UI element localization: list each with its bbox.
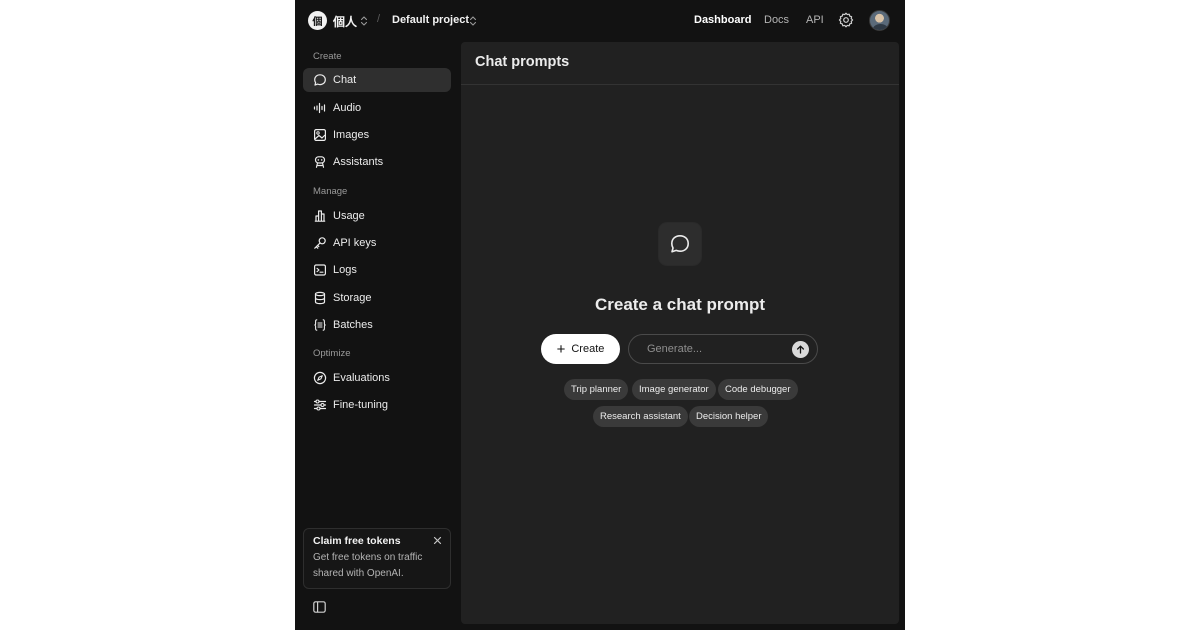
sidebar-item-label: Assistants xyxy=(333,156,384,168)
sidebar-item-label: Evaluations xyxy=(333,372,390,384)
sidebar-item-evaluations[interactable]: Evaluations xyxy=(303,366,451,390)
create-button-label: Create xyxy=(571,343,605,355)
robot-icon xyxy=(313,155,327,169)
promo-text: Get free tokens on traffic shared with O… xyxy=(313,552,423,579)
chat-bubble-icon xyxy=(313,73,327,87)
sidebar-item-assistants[interactable]: Assistants xyxy=(303,150,451,174)
generate-input[interactable] xyxy=(647,335,787,363)
empty-state-icon-box xyxy=(659,223,701,265)
batch-braces-icon xyxy=(313,318,327,332)
terminal-icon xyxy=(313,263,327,277)
close-icon[interactable] xyxy=(433,536,442,545)
sidebar-item-label: Logs xyxy=(333,264,357,276)
sidebar-item-storage[interactable]: Storage xyxy=(303,286,451,310)
app-window: 個 個人 / Default project Dashboard Docs AP… xyxy=(295,0,905,630)
compass-icon xyxy=(313,371,327,385)
project-name[interactable]: Default project xyxy=(392,14,469,26)
sidebar: Create Chat Audio Images Assistants Mana… xyxy=(295,42,460,630)
sidebar-item-label: Storage xyxy=(333,292,372,304)
suggestion-chip-decision-helper[interactable]: Decision helper xyxy=(689,406,769,427)
promo-card: Claim free tokens Get free tokens on tra… xyxy=(303,528,451,589)
promo-title: Claim free tokens xyxy=(313,535,401,547)
page-title: Chat prompts xyxy=(475,54,570,70)
sidebar-item-label: Batches xyxy=(333,319,373,331)
breadcrumb-separator: / xyxy=(377,13,381,25)
send-button[interactable] xyxy=(792,341,809,358)
sidebar-item-label: Usage xyxy=(333,210,365,222)
top-bar: 個 個人 / Default project Dashboard Docs AP… xyxy=(295,0,905,42)
database-icon xyxy=(313,291,327,305)
sidebar-item-batches[interactable]: Batches xyxy=(303,313,451,337)
arrow-up-icon xyxy=(796,345,805,354)
project-selector-chevron-icon[interactable] xyxy=(469,15,477,27)
sidebar-item-audio[interactable]: Audio xyxy=(303,96,451,120)
image-icon xyxy=(313,128,327,142)
nav-link-api[interactable]: API xyxy=(806,14,824,26)
plus-icon: + xyxy=(556,340,566,358)
create-button[interactable]: + Create xyxy=(541,334,620,364)
sidebar-item-api-keys[interactable]: API keys xyxy=(303,231,451,255)
sidebar-section-manage: Manage xyxy=(313,186,348,197)
nav-link-docs[interactable]: Docs xyxy=(764,14,789,26)
nav-link-dashboard[interactable]: Dashboard xyxy=(694,14,751,26)
sidebar-item-logs[interactable]: Logs xyxy=(303,258,451,282)
org-badge-icon[interactable]: 個 xyxy=(308,11,327,30)
empty-state-title: Create a chat prompt xyxy=(594,295,766,314)
sidebar-item-label: Chat xyxy=(333,74,357,86)
gear-icon[interactable] xyxy=(838,12,854,28)
sidebar-item-label: Audio xyxy=(333,102,362,114)
suggestion-chip-trip-planner[interactable]: Trip planner xyxy=(564,379,629,400)
suggestion-chip-research-assistant[interactable]: Research assistant xyxy=(593,406,688,427)
chat-bubble-icon xyxy=(671,235,689,253)
sidebar-section-optimize: Optimize xyxy=(313,348,351,359)
page-header: Chat prompts xyxy=(461,42,899,85)
main-panel: Chat prompts Create a chat prompt + Crea… xyxy=(461,42,899,624)
sliders-icon xyxy=(313,398,327,412)
sidebar-item-label: Images xyxy=(333,129,370,141)
sidebar-item-chat[interactable]: Chat xyxy=(303,68,451,92)
user-avatar[interactable] xyxy=(869,10,890,31)
sidebar-item-usage[interactable]: Usage xyxy=(303,204,451,228)
sidebar-item-label: Fine-tuning xyxy=(333,399,389,411)
sidebar-item-images[interactable]: Images xyxy=(303,123,451,147)
sidebar-section-create: Create xyxy=(313,51,342,62)
suggestion-chip-code-debugger[interactable]: Code debugger xyxy=(718,379,798,400)
org-selector-chevron-icon[interactable] xyxy=(360,15,368,27)
org-name[interactable]: 個人 xyxy=(333,13,357,30)
sidebar-item-fine-tuning[interactable]: Fine-tuning xyxy=(303,393,451,417)
sidebar-toggle-icon[interactable] xyxy=(313,601,326,613)
key-icon xyxy=(313,236,327,250)
generate-field xyxy=(628,334,818,364)
audio-waveform-icon xyxy=(313,101,327,115)
bar-chart-icon xyxy=(313,209,327,223)
sidebar-item-label: API keys xyxy=(333,237,377,249)
suggestion-chip-image-generator[interactable]: Image generator xyxy=(632,379,716,400)
